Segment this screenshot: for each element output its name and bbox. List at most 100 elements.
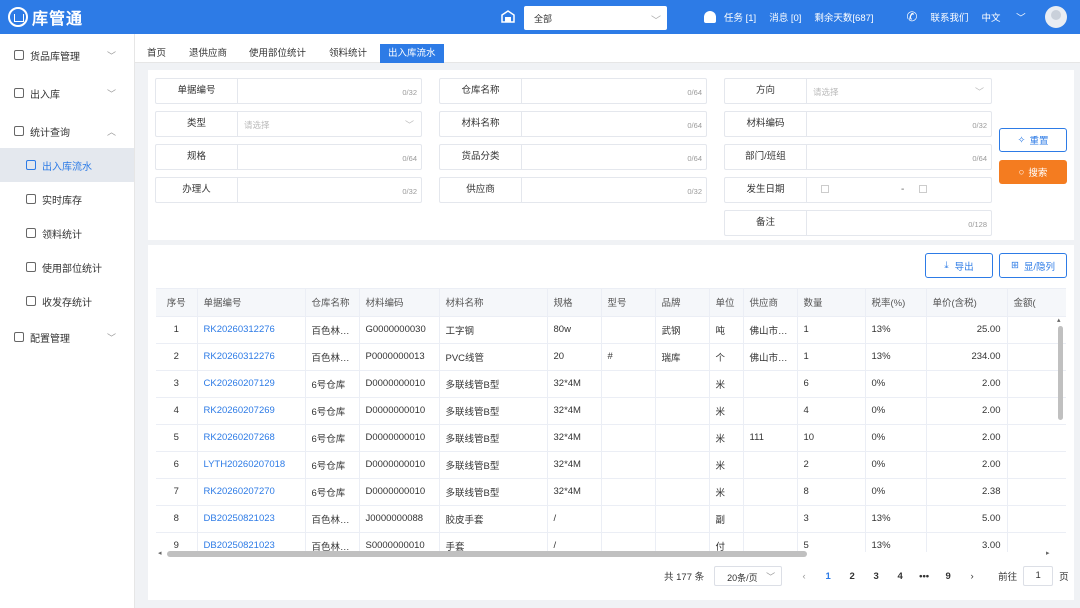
col-header[interactable]: 序号: [156, 289, 198, 317]
tab-inout-flow[interactable]: 出入库流水: [380, 44, 444, 63]
handler-field[interactable]: 办理人 0/32: [155, 177, 422, 203]
page-1[interactable]: 1: [816, 571, 840, 582]
cell-material-code: D0000000010: [359, 424, 440, 452]
date-separator: -: [901, 184, 905, 195]
table-row[interactable]: 9 DB20250821023 百色林… S0000000010 手套 / 付 5 13% 3.0…: [156, 532, 1066, 552]
table-row[interactable]: 3 CK20260207129 6号仓库 D0000000010 多联线管B型 32*4M…: [156, 370, 1066, 398]
toggle-columns-button[interactable]: ⊞ 显/隐列: [999, 253, 1067, 278]
col-header[interactable]: 品牌: [655, 289, 710, 317]
cell-unit: 米: [709, 370, 744, 398]
prev-page-icon[interactable]: ‹: [792, 571, 816, 582]
scroll-left-icon[interactable]: ◂: [158, 549, 162, 557]
col-header[interactable]: 数量: [797, 289, 866, 317]
avatar[interactable]: [1045, 6, 1067, 28]
col-header[interactable]: 单价(含税): [926, 289, 1008, 317]
col-header[interactable]: 税率(%): [865, 289, 927, 317]
scroll-right-icon[interactable]: ▸: [1046, 549, 1050, 557]
col-header[interactable]: 型号: [601, 289, 656, 317]
bell-icon[interactable]: [704, 11, 716, 23]
sidebar-item-stats[interactable]: 统计查询 ︿: [0, 114, 134, 148]
field-label: 材料编码: [725, 112, 807, 136]
sidebar-item-inout[interactable]: 出入库 ﹀: [0, 76, 134, 110]
cell-spec: 32*4M: [547, 478, 602, 506]
warehouse-select[interactable]: 全部 ﹀: [524, 6, 667, 30]
cell-doc-no[interactable]: RK20260312276: [197, 343, 306, 371]
table-row[interactable]: 2 RK20260312276 百色林… P0000000013 PVC线管 20 # 瑞库个…: [156, 343, 1066, 371]
tasks-link[interactable]: 任务 [1]: [724, 10, 756, 24]
sidebar-item-pick[interactable]: 领料统计: [0, 216, 134, 250]
cell-index: 6: [156, 451, 198, 479]
cell-doc-no[interactable]: DB20250821023: [197, 505, 306, 533]
page-size-select[interactable]: 20条/页 ﹀: [714, 566, 783, 586]
table-row[interactable]: 1 RK20260312276 百色林… G0000000030 工字钢 80w 武钢吨佛山…: [156, 316, 1066, 344]
warehouse-name-field[interactable]: 仓库名称 0/64: [439, 78, 707, 104]
type-select[interactable]: 类型 请选择 ﹀: [155, 111, 422, 137]
remark-field[interactable]: 备注 0/128: [724, 210, 992, 236]
char-count: 0/128: [968, 220, 987, 229]
messages-link[interactable]: 消息 [0]: [769, 10, 801, 24]
goods-category-field[interactable]: 货品分类 0/64: [439, 144, 707, 170]
table-row[interactable]: 4 RK20260207269 6号仓库 D0000000010 多联线管B型 32*4M…: [156, 397, 1066, 425]
sidebar-item-goods[interactable]: 货品库管理 ﹀: [0, 38, 134, 72]
cell-qty: 4: [797, 397, 866, 425]
date-range-picker[interactable]: 发生日期 -: [724, 177, 992, 203]
col-header[interactable]: 材料名称: [439, 289, 548, 317]
page-4[interactable]: 4: [888, 571, 912, 582]
direction-select[interactable]: 方向 请选择 ﹀: [724, 78, 992, 104]
department-field[interactable]: 部门/班组 0/64: [724, 144, 992, 170]
cell-doc-no[interactable]: DB20250821023: [197, 532, 306, 552]
search-button[interactable]: ○ 搜索: [999, 160, 1067, 184]
cell-doc-no[interactable]: CK20260207129: [197, 370, 306, 398]
col-header[interactable]: 仓库名称: [305, 289, 360, 317]
supplier-field[interactable]: 供应商 0/32: [439, 177, 707, 203]
sidebar-item-flow[interactable]: 出入库流水: [0, 148, 134, 182]
col-header[interactable]: 材料编码: [359, 289, 440, 317]
language-select[interactable]: 中文 ﹀: [981, 10, 1025, 24]
spec-field[interactable]: 规格 0/64: [155, 144, 422, 170]
contact-link[interactable]: 联系我们: [930, 10, 968, 24]
page-last[interactable]: 9: [936, 571, 960, 582]
col-header[interactable]: 单据编号: [197, 289, 306, 317]
cell-brand: [655, 424, 710, 452]
next-page-icon[interactable]: ›: [960, 571, 984, 582]
sidebar-item-stock[interactable]: 实时库存: [0, 182, 134, 216]
warehouse-icon[interactable]: [501, 10, 515, 23]
table-row[interactable]: 5 RK20260207268 6号仓库 D0000000010 多联线管B型 32*4M…: [156, 424, 1066, 452]
table-row[interactable]: 6 LYTH20260207018 6号仓库 D0000000010 多联线管B型 32*…: [156, 451, 1066, 479]
material-code-field[interactable]: 材料编码 0/32: [724, 111, 992, 137]
goto-page-input[interactable]: 1: [1023, 566, 1054, 586]
tab-pick-stats[interactable]: 领料统计: [321, 44, 375, 63]
cell-doc-no[interactable]: RK20260312276: [197, 316, 306, 344]
vertical-scrollbar[interactable]: [1058, 326, 1063, 420]
page-2[interactable]: 2: [840, 571, 864, 582]
table-header: 序号 单据编号 仓库名称 材料编码 材料名称 规格 型号 品牌 单位 供应商 数…: [156, 289, 1066, 317]
sidebar-item-label: 收发存统计: [42, 297, 92, 309]
cell-doc-no[interactable]: LYTH20260207018: [197, 451, 306, 479]
col-header[interactable]: 单位: [709, 289, 744, 317]
more-pages-icon[interactable]: •••: [912, 571, 936, 582]
page-3[interactable]: 3: [864, 571, 888, 582]
sidebar-item-config[interactable]: 配置管理 ﹀: [0, 320, 134, 354]
export-button[interactable]: ⤓ 导出: [925, 253, 993, 278]
doc-no-field[interactable]: 单据编号 0/32: [155, 78, 422, 104]
reset-button[interactable]: ✧ 重置: [999, 128, 1067, 152]
table-row[interactable]: 8 DB20250821023 百色林… J0000000088 胶皮手套 / 副 3 13% 5…: [156, 505, 1066, 533]
col-header[interactable]: 金额(: [1007, 289, 1066, 317]
flow-icon: [26, 160, 36, 170]
col-header[interactable]: 规格: [547, 289, 602, 317]
table-row[interactable]: 7 RK20260207270 6号仓库 D0000000010 多联线管B型 32*4M…: [156, 478, 1066, 506]
cell-doc-no[interactable]: RK20260207270: [197, 478, 306, 506]
app-logo[interactable]: 库管通: [8, 6, 83, 28]
char-count: 0/64: [402, 154, 417, 163]
cell-doc-no[interactable]: RK20260207268: [197, 424, 306, 452]
sidebar-item-sendstore[interactable]: 收发存统计: [0, 284, 134, 318]
horizontal-scrollbar[interactable]: [167, 551, 807, 557]
tab-usage-stats[interactable]: 使用部位统计: [241, 44, 314, 63]
cell-doc-no[interactable]: RK20260207269: [197, 397, 306, 425]
tab-return-supplier[interactable]: 退供应商: [181, 44, 235, 63]
sidebar-item-usage[interactable]: 使用部位统计: [0, 250, 134, 284]
scroll-up-icon[interactable]: ▴: [1057, 316, 1061, 324]
col-header[interactable]: 供应商: [743, 289, 798, 317]
material-name-field[interactable]: 材料名称 0/64: [439, 111, 707, 137]
tab-home[interactable]: 首页: [139, 44, 174, 63]
